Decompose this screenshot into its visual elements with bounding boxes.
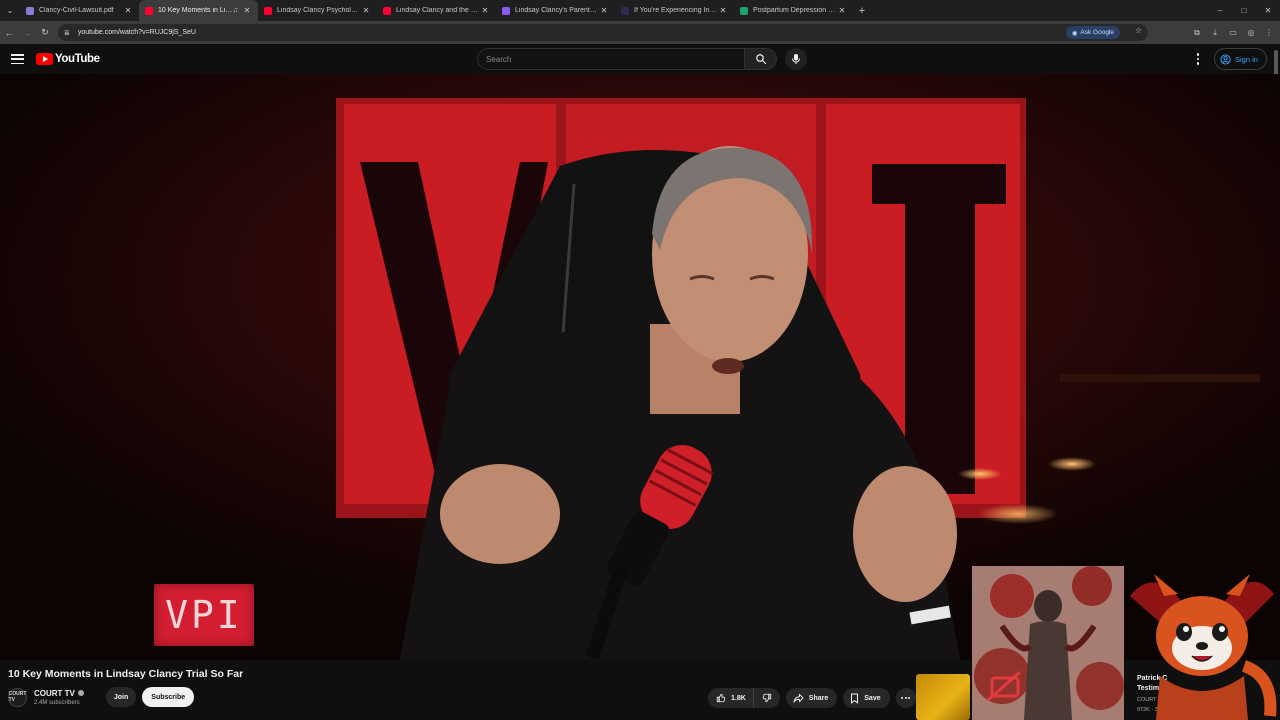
share-icon (793, 693, 804, 703)
tab-title: Postpartum Depression (PPD): (753, 7, 837, 14)
browser-tab[interactable]: Lindsay Clancy Psychologist Dr.✕ (258, 0, 377, 21)
tab-favicon-icon (264, 6, 272, 15)
tab-search-icon[interactable]: ⌄ (0, 0, 20, 21)
like-button[interactable]: 1.8K (708, 688, 754, 708)
address-url[interactable]: youtube.com/watch?v=RUJC9jS_SeU (78, 29, 196, 36)
like-dislike-bar: 1.8K (708, 688, 780, 708)
address-bar[interactable]: ≣ youtube.com/watch?v=RUJC9jS_SeU ◉ Ask … (58, 24, 1148, 41)
bookmark-icon (851, 693, 859, 703)
guide-menu-icon[interactable] (11, 52, 24, 66)
voice-search-button[interactable] (785, 48, 807, 70)
restore-icon[interactable]: □ (1232, 0, 1256, 21)
video-actions: 1.8K Share Save (708, 688, 916, 708)
like-count: 1.8K (731, 694, 746, 702)
tab-close-icon[interactable]: ✕ (242, 6, 252, 15)
youtube-logo[interactable]: YouTube (36, 53, 100, 65)
account-icon (1220, 53, 1231, 65)
horror-art-overlay (972, 566, 1124, 720)
browser-toolbar: ← → ↻ ≣ youtube.com/watch?v=RUJC9jS_SeU … (0, 21, 1280, 44)
reload-icon[interactable]: ↻ (36, 21, 54, 44)
tab-list: Clancy-Civil-Lawsuit.pdf ✕ 10 Key Moments … (20, 0, 853, 21)
tab-audio-icon[interactable]: ♫ (233, 7, 238, 14)
tab-title: If You're Experiencing Intrusive (634, 7, 718, 14)
extensions-icon[interactable]: ⧉ (1188, 21, 1206, 44)
sign-in-label: Sign in (1235, 54, 1258, 64)
ask-google-label: Ask Google (1080, 29, 1114, 36)
save-label: Save (864, 694, 881, 702)
tab-favicon-icon (502, 6, 510, 15)
browser-tab[interactable]: Lindsay Clancy's Parents' $1 Mi✕ (496, 0, 615, 21)
browser-tab[interactable]: Lindsay Clancy and the Evidenc✕ (377, 0, 496, 21)
bookmark-star-icon[interactable]: ☆ (1135, 26, 1142, 35)
browser-tab-strip: ⌄ Clancy-Civil-Lawsuit.pdf ✕ 10 Key Moment… (0, 0, 1280, 21)
tab-title: Lindsay Clancy's Parents' $1 Mi (515, 7, 599, 14)
site-info-icon[interactable]: ≣ (64, 29, 70, 37)
ask-google-button[interactable]: ◉ Ask Google (1065, 26, 1120, 39)
more-actions-icon[interactable] (895, 688, 916, 708)
tab-favicon-icon (621, 6, 629, 15)
browser-menu-icon[interactable]: ⋮ (1260, 21, 1278, 44)
tab-favicon-icon (383, 6, 391, 15)
browser-tab[interactable]: If You're Experiencing Intrusive✕ (615, 0, 734, 21)
search-input[interactable] (477, 48, 745, 70)
subscribe-button[interactable]: Subscribe (142, 687, 195, 707)
thumbs-up-icon (716, 693, 726, 703)
thumbs-down-icon (762, 693, 771, 703)
subscriber-count: 2.4M subscribers (34, 699, 80, 706)
window-controls: – □ ✕ (1208, 0, 1280, 21)
close-window-icon[interactable]: ✕ (1256, 0, 1280, 21)
tab-title: 10 Key Moments in Lindsay (158, 7, 233, 14)
tab-close-icon[interactable]: ✕ (361, 6, 371, 15)
profile-icon[interactable]: ◎ (1242, 21, 1260, 44)
channel-avatar[interactable]: COURT TV (8, 687, 27, 707)
download-icon[interactable]: ⤓ (1206, 21, 1224, 44)
horror-art-image (972, 566, 1124, 720)
youtube-play-logo-icon (36, 53, 53, 65)
tab-close-icon[interactable]: ✕ (718, 6, 728, 15)
new-tab-button[interactable]: + (853, 5, 871, 17)
share-button[interactable]: Share (785, 688, 838, 708)
browser-tab[interactable]: Postpartum Depression (PPD):✕ (734, 0, 853, 21)
youtube-masthead: YouTube Sign in (0, 44, 1280, 74)
tab-favicon-icon (740, 6, 748, 15)
channel-info: COURT TV 2.4M subscribers (34, 689, 84, 706)
microphone-icon (792, 54, 800, 64)
tab-close-icon[interactable]: ✕ (837, 6, 847, 15)
join-button[interactable]: Join (105, 687, 137, 707)
verified-icon (77, 690, 84, 696)
minimize-icon[interactable]: – (1208, 0, 1232, 21)
save-button[interactable]: Save (843, 688, 890, 708)
tab-title: Clancy-Civil-Lawsuit.pdf (39, 7, 114, 14)
tab-favicon-icon (145, 6, 153, 15)
vpi-logo-bug: VPI (154, 584, 254, 646)
cast-icon[interactable]: ▭ (1224, 21, 1242, 44)
settings-more-icon[interactable] (1193, 52, 1203, 66)
tab-close-icon[interactable]: ✕ (480, 6, 490, 15)
recommended-video-thumbnail[interactable] (916, 674, 970, 720)
search-box (477, 48, 807, 70)
youtube-logo-text: YouTube (55, 53, 100, 65)
search-button[interactable] (745, 48, 777, 70)
search-icon (755, 54, 766, 65)
back-icon[interactable]: ← (0, 21, 18, 44)
tab-favicon-icon (26, 6, 34, 15)
browser-tab[interactable]: 10 Key Moments in Lindsay♫ ✕ (139, 0, 258, 21)
toolbar-right-icons: ⧉ ⤓ ▭ ◎ ⋮ (1188, 21, 1278, 44)
browser-tab[interactable]: Clancy-Civil-Lawsuit.pdf ✕ (20, 0, 139, 21)
google-lens-icon: ◉ (1071, 29, 1078, 37)
red-panda-icon (1130, 574, 1277, 720)
tab-close-icon[interactable]: ✕ (599, 6, 609, 15)
channel-row: COURT TV COURT TV 2.4M subscribers Join … (8, 686, 195, 708)
tab-close-icon[interactable]: ✕ (123, 6, 133, 15)
tab-title: Lindsay Clancy Psychologist Dr. (277, 7, 361, 14)
dislike-button[interactable] (754, 688, 780, 708)
sign-in-button[interactable]: Sign in (1214, 48, 1267, 70)
tab-title: Lindsay Clancy and the Evidenc (396, 7, 480, 14)
share-label: Share (808, 694, 829, 702)
video-title: 10 Key Moments in Lindsay Clancy Trial S… (8, 668, 244, 680)
channel-name-row: COURT TV (34, 689, 84, 698)
channel-name[interactable]: COURT TV (34, 689, 75, 698)
forward-icon[interactable]: → (18, 21, 36, 44)
red-panda-sticker (1124, 566, 1280, 720)
